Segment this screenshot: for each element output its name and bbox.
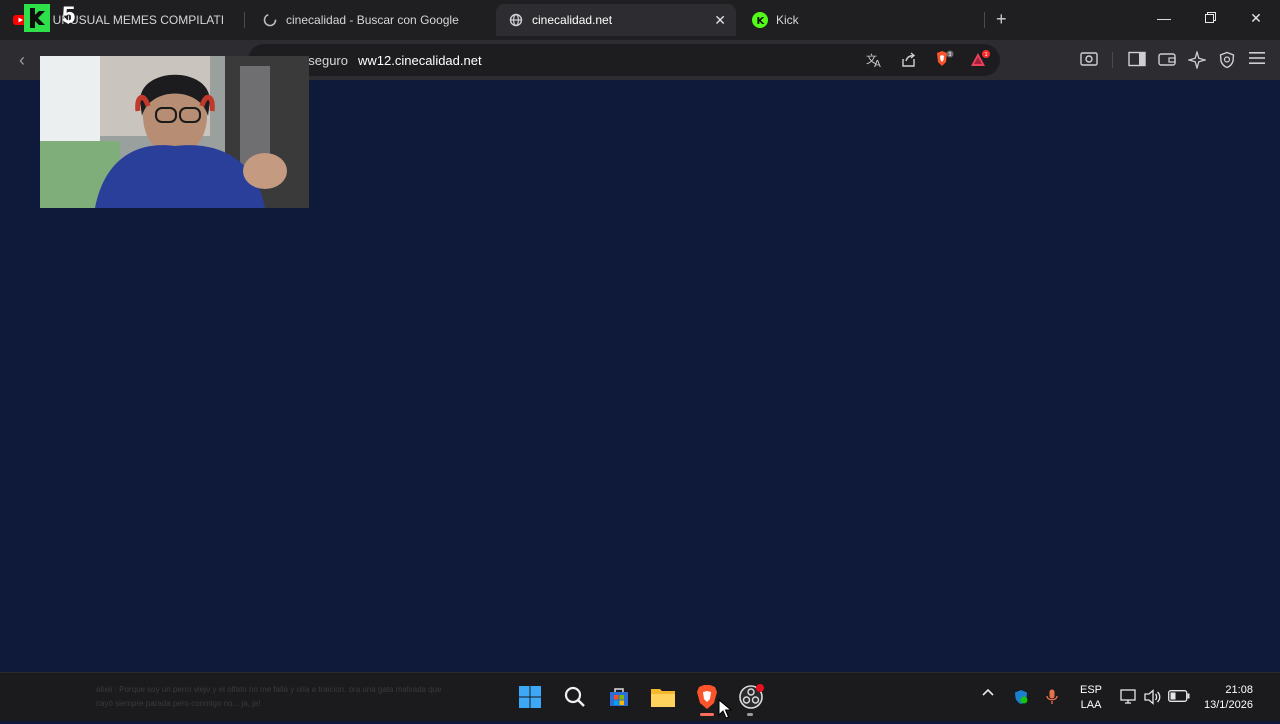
- tab-strip: 50 UNUSUAL MEMES COMPILATI cinecalidad -…: [0, 0, 1280, 40]
- active-app-indicator: [700, 713, 714, 716]
- microphone-icon[interactable]: [1046, 689, 1058, 708]
- tab-label: Kick: [776, 13, 799, 27]
- security-shield-icon[interactable]: [1013, 689, 1029, 708]
- translate-icon[interactable]: 文A: [866, 51, 884, 70]
- overlay-number: 5: [62, 2, 76, 29]
- vpn-icon[interactable]: [1218, 51, 1236, 69]
- start-icon[interactable]: [516, 683, 544, 711]
- shields-badge: 3: [948, 52, 951, 58]
- webcam-overlay: [40, 56, 309, 208]
- clock-time: 21:08: [1225, 684, 1253, 696]
- brave-rewards-icon[interactable]: 1: [970, 50, 990, 68]
- kick-icon: K: [752, 12, 768, 28]
- tab-separator: [984, 12, 985, 28]
- share-icon[interactable]: [900, 51, 918, 69]
- language-indicator[interactable]: ESP LAA: [1080, 683, 1102, 713]
- globe-icon: [508, 12, 524, 28]
- back-icon[interactable]: ‹: [12, 50, 32, 70]
- screenshot-icon[interactable]: [1080, 51, 1098, 69]
- store-icon[interactable]: [605, 683, 633, 711]
- url-text[interactable]: ww12.cinecalidad.net: [358, 53, 482, 68]
- tab-kick[interactable]: K Kick: [752, 4, 972, 36]
- obs-icon[interactable]: [737, 683, 765, 711]
- minimize-icon[interactable]: —: [1154, 10, 1174, 26]
- brave-browser-icon[interactable]: [693, 683, 721, 711]
- chevron-up-icon[interactable]: [982, 687, 994, 702]
- tab-separator: [244, 12, 245, 28]
- leo-ai-icon[interactable]: [1186, 49, 1208, 71]
- close-tab-icon[interactable]: ✕: [714, 12, 726, 29]
- language-code: ESP: [1080, 684, 1103, 696]
- address-bar[interactable]: No seguro ww12.cinecalidad.net 文A 3 1: [248, 44, 1000, 76]
- menu-icon[interactable]: [1248, 51, 1266, 69]
- restore-icon[interactable]: [1200, 10, 1220, 26]
- brave-shields-icon[interactable]: 3: [934, 50, 954, 68]
- rewards-badge: 1: [985, 52, 988, 58]
- windows-taskbar: alixé : Porque soy un perro viejo y el o…: [0, 672, 1280, 721]
- wallet-icon[interactable]: [1158, 51, 1176, 69]
- tab-label: cinecalidad - Buscar con Google: [286, 13, 459, 27]
- tab-google-search[interactable]: cinecalidad - Buscar con Google: [262, 4, 490, 36]
- search-icon[interactable]: [561, 683, 589, 711]
- volume-icon[interactable]: [1144, 689, 1162, 708]
- network-icon[interactable]: [1120, 689, 1138, 708]
- kick-logo-overlay: [24, 4, 50, 32]
- loading-icon: [262, 12, 278, 28]
- close-icon[interactable]: ✕: [1246, 10, 1266, 27]
- battery-icon[interactable]: [1168, 690, 1190, 705]
- file-explorer-icon[interactable]: [649, 683, 677, 711]
- sidebar-icon[interactable]: [1128, 51, 1146, 69]
- svg-text:A: A: [874, 59, 881, 69]
- toolbar-separator: [1112, 52, 1113, 68]
- running-app-indicator: [747, 713, 753, 716]
- clock[interactable]: 21:08 13/1/2026: [1204, 683, 1253, 713]
- chat-overlay-text: alixé : Porque soy un perro viejo y el o…: [96, 685, 442, 708]
- tab-cinecalidad[interactable]: cinecalidad.net ✕: [496, 4, 736, 36]
- tab-label: cinecalidad.net: [532, 13, 613, 27]
- plus-icon[interactable]: +: [996, 10, 1007, 28]
- mouse-cursor-icon: [718, 698, 733, 724]
- keyboard-layout: LAA: [1080, 699, 1102, 711]
- clock-date: 13/1/2026: [1204, 699, 1253, 711]
- svg-text:K: K: [757, 16, 766, 27]
